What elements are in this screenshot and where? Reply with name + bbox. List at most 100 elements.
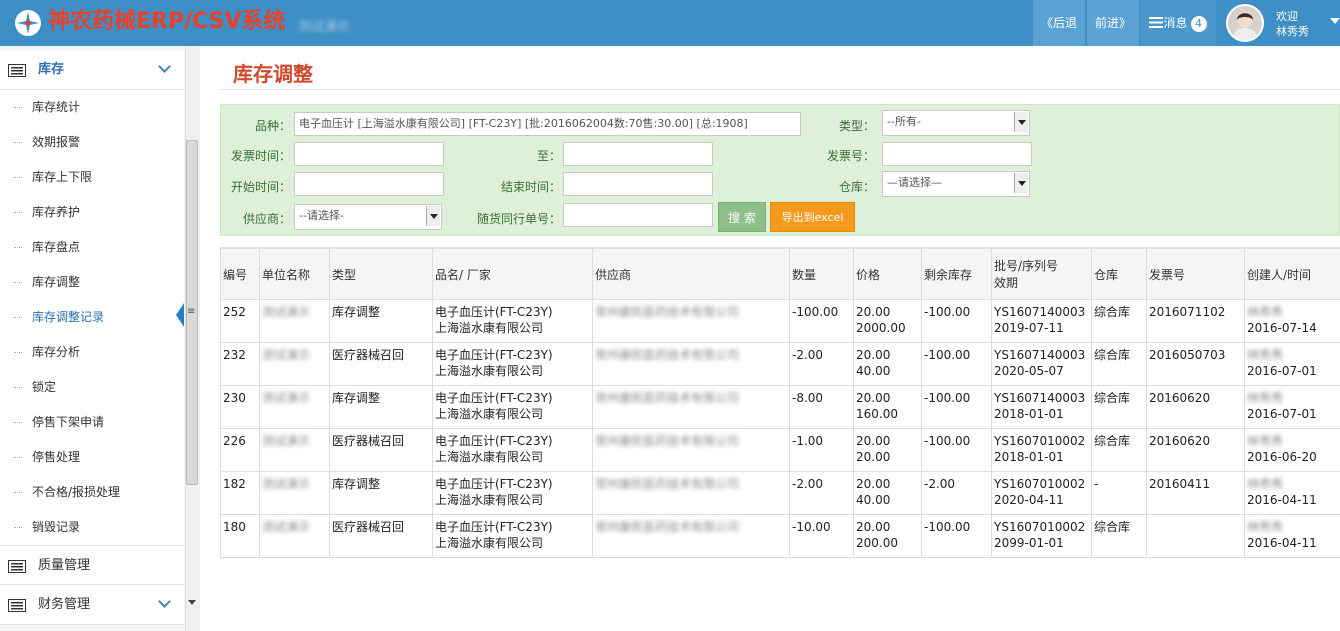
supplier-select[interactable]: --请选择- (294, 204, 442, 230)
invoice-no-label: 发票号： (826, 149, 875, 163)
invoice-no-input[interactable] (882, 142, 1032, 166)
filter-panel: 品种： 电子血压计 [上海溢水康有限公司] [FT-C23Y] [批:20160… (220, 104, 1340, 236)
col-header-expiry-label: 效期 (994, 276, 1019, 290)
user-menu[interactable]: 欢迎 林秀秀 (1217, 0, 1340, 46)
cell-supplier: 常州康民医药技术有限公司 (592, 428, 790, 472)
cell-batch: YS1607010002 2018-01-01 (991, 428, 1092, 472)
total-amount: 20.00 (856, 450, 891, 464)
active-indicator-icon (176, 303, 184, 327)
table-row[interactable]: 232 测试演示 医疗器械召回 电子血压计(FT-C23Y) 上海溢水康有限公司 … (220, 342, 1340, 386)
cell-id: 182 (220, 471, 260, 515)
cell-product: 电子血压计(FT-C23Y) 上海溢水康有限公司 (432, 514, 593, 558)
cell-price: 20.00 200.00 (853, 514, 922, 558)
table-row[interactable]: 182 测试演示 库存调整 电子血压计(FT-C23Y) 上海溢水康有限公司 常州… (220, 471, 1340, 515)
sidebar-item-stock-maintenance[interactable]: 库存养护 (0, 195, 184, 230)
sidebar-item-label: 锁定 (32, 380, 57, 394)
col-header-batch[interactable]: 批号/序列号 效期 (991, 248, 1092, 300)
start-time-input[interactable] (294, 172, 444, 196)
sidebar-item-nonconforming[interactable]: 不合格/报损处理 (0, 475, 184, 510)
sidebar-item-label: 停售处理 (32, 450, 81, 464)
cell-type: 医疗器械召回 (329, 514, 433, 558)
scroll-down-arrow-icon[interactable] (188, 600, 196, 605)
sidebar-item-stock-analysis[interactable]: 库存分析 (0, 335, 184, 370)
col-header-id[interactable]: 编号 (220, 248, 260, 300)
cell-product: 电子血压计(FT-C23Y) 上海溢水康有限公司 (432, 342, 593, 386)
supplier-label: 供应商： (242, 212, 291, 226)
sidebar-item-stock-statistics[interactable]: 库存统计 (0, 90, 184, 125)
caret-down-icon[interactable] (1330, 18, 1340, 24)
col-header-creator[interactable]: 创建人/时间 (1244, 248, 1340, 300)
creator-name: 林秀秀 (1247, 477, 1284, 491)
cell-price: 20.00 160.00 (853, 385, 922, 429)
invoice-time-end-input[interactable] (563, 142, 713, 166)
table-row[interactable]: 226 测试演示 医疗器械召回 电子血压计(FT-C23Y) 上海溢水康有限公司 … (220, 428, 1340, 472)
sidebar-section-quality[interactable]: 质量管理 (0, 545, 184, 585)
sidebar-item-stock-adjust[interactable]: 库存调整 (0, 265, 184, 300)
sidebar-section-stock[interactable]: 库存 (0, 50, 184, 90)
col-header-warehouse[interactable]: 仓库 (1091, 248, 1147, 300)
back-button[interactable]: 《后退 (1033, 0, 1085, 46)
cell-id: 230 (220, 385, 260, 429)
messages-button[interactable]: 消息 4 (1140, 0, 1216, 46)
delivery-no-input[interactable] (563, 203, 713, 227)
sidebar-section-finance[interactable]: 财务管理 (0, 585, 184, 625)
export-excel-button[interactable]: 导出到excel (770, 202, 855, 232)
col-header-remaining[interactable]: 剩余库存 (921, 248, 992, 300)
sidebar-item-stock-limits[interactable]: 库存上下限 (0, 160, 184, 195)
col-header-price[interactable]: 价格 (853, 248, 922, 300)
product-name: 电子血压计(FT-C23Y) (435, 391, 553, 405)
end-time-input[interactable] (563, 172, 713, 196)
table-row[interactable]: 180 测试演示 医疗器械召回 电子血压计(FT-C23Y) 上海溢水康有限公司 … (220, 514, 1340, 558)
table-row[interactable]: 252 测试演示 库存调整 电子血压计(FT-C23Y) 上海溢水康有限公司 常州… (220, 299, 1340, 343)
product-maker: 上海溢水康有限公司 (435, 364, 544, 378)
sidebar-item-stop-sale-request[interactable]: 停售下架申请 (0, 405, 184, 440)
cell-remaining: -100.00 (921, 428, 992, 472)
cell-id: 226 (220, 428, 260, 472)
col-header-type[interactable]: 类型 (329, 248, 433, 300)
user-name: 林秀秀 (1276, 25, 1309, 38)
col-header-qty[interactable]: 数量 (789, 248, 854, 300)
sidebar-item-stop-sale-process[interactable]: 停售处理 (0, 440, 184, 475)
search-button[interactable]: 搜 索 (718, 202, 766, 232)
sidebar-item-destruction-records[interactable]: 销毁记录 (0, 510, 184, 545)
unit-price: 20.00 (856, 434, 891, 448)
cell-type: 库存调整 (329, 471, 433, 515)
col-header-invoice[interactable]: 发票号 (1146, 248, 1245, 300)
cell-unit: 测试演示 (259, 385, 330, 429)
creator-name: 林秀秀 (1247, 391, 1284, 405)
type-select-value: --所有- (887, 115, 921, 128)
sidebar-item-stock-count[interactable]: 库存盘点 (0, 230, 184, 265)
batch-no: YS1607010002 (994, 434, 1086, 448)
forward-button[interactable]: 前进》 (1087, 0, 1139, 46)
end-time-label: 结束时间： (500, 180, 561, 194)
expiry-date: 2020-04-11 (994, 493, 1064, 507)
col-header-supplier[interactable]: 供应商 (592, 248, 790, 300)
batch-no: YS1607140003 (994, 348, 1086, 362)
cell-batch: YS1607140003 2019-07-11 (991, 299, 1092, 343)
messages-count-badge: 4 (1190, 16, 1207, 32)
invoice-time-input[interactable] (294, 142, 444, 166)
sidebar-item-expiry-alert[interactable]: 效期报警 (0, 125, 184, 160)
cell-creator: 林秀秀 2016-07-14 (1244, 299, 1340, 343)
product-maker: 上海溢水康有限公司 (435, 493, 544, 507)
dropdown-arrow-icon (426, 206, 440, 226)
cell-type: 医疗器械召回 (329, 342, 433, 386)
product-name: 电子血压计(FT-C23Y) (435, 348, 553, 362)
col-header-product[interactable]: 品名/ 厂家 (432, 248, 593, 300)
cell-creator: 林秀秀 2016-04-11 (1244, 514, 1340, 558)
cell-product: 电子血压计(FT-C23Y) 上海溢水康有限公司 (432, 385, 593, 429)
col-header-unit[interactable]: 单位名称 (259, 248, 330, 300)
messages-label: 消息 (1163, 16, 1188, 30)
table-row[interactable]: 230 测试演示 库存调整 电子血压计(FT-C23Y) 上海溢水康有限公司 常州… (220, 385, 1340, 429)
warehouse-select[interactable]: —请选择— (882, 171, 1030, 197)
sidebar-item-lock[interactable]: 锁定 (0, 370, 184, 405)
product-input[interactable]: 电子血压计 [上海溢水康有限公司] [FT-C23Y] [批:201606200… (294, 112, 801, 136)
cell-product: 电子血压计(FT-C23Y) 上海溢水康有限公司 (432, 299, 593, 343)
type-select[interactable]: --所有- (882, 110, 1030, 136)
created-date: 2016-07-14 (1247, 321, 1317, 335)
cell-type: 库存调整 (329, 299, 433, 343)
product-label: 品种： (254, 119, 291, 133)
product-maker: 上海溢水康有限公司 (435, 536, 544, 550)
sidebar-item-stock-adjust-records[interactable]: 库存调整记录 (0, 300, 184, 335)
cell-unit: 测试演示 (259, 428, 330, 472)
